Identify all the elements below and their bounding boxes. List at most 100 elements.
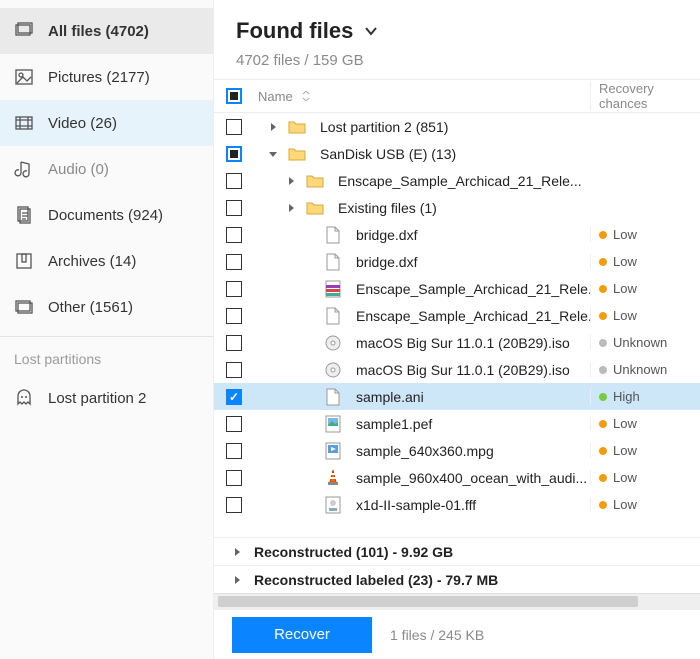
header: Found files 4702 files / 159 GB bbox=[214, 0, 700, 79]
expand-icon[interactable] bbox=[266, 120, 280, 134]
recovery-cell: Low bbox=[590, 497, 700, 512]
sidebar-item-all[interactable]: All files (4702) bbox=[0, 8, 213, 54]
header-checkbox[interactable] bbox=[226, 88, 242, 104]
recovery-cell: Low bbox=[590, 470, 700, 485]
recovery-cell: Unknown bbox=[590, 362, 700, 377]
summary-row[interactable]: Reconstructed (101) - 9.92 GB bbox=[214, 537, 700, 565]
status-dot bbox=[599, 312, 607, 320]
footer-status: 1 files / 245 KB bbox=[390, 627, 484, 643]
row-checkbox[interactable] bbox=[226, 443, 242, 459]
sidebar-item-archives[interactable]: Archives (14) bbox=[0, 238, 213, 284]
footer: Recover 1 files / 245 KB bbox=[214, 609, 700, 659]
row-name-cell: x1d-II-sample-01.fff bbox=[254, 495, 590, 515]
row-name-cell: macOS Big Sur 11.0.1 (20B29).iso bbox=[254, 333, 590, 353]
row-checkbox[interactable] bbox=[226, 335, 242, 351]
column-headers: Name Recovery chances bbox=[214, 79, 700, 113]
status-dot bbox=[599, 501, 607, 509]
folder-icon bbox=[306, 198, 324, 218]
file-name: macOS Big Sur 11.0.1 (20B29).iso bbox=[356, 362, 570, 378]
expand-icon[interactable] bbox=[284, 174, 298, 188]
row-checkbox[interactable] bbox=[226, 470, 242, 486]
sidebar-item-audio[interactable]: Audio (0) bbox=[0, 146, 213, 192]
row-checkbox[interactable] bbox=[226, 254, 242, 270]
row-checkbox[interactable] bbox=[226, 416, 242, 432]
file-row[interactable]: Lost partition 2 (851) bbox=[214, 113, 700, 140]
recover-button[interactable]: Recover bbox=[232, 617, 372, 653]
file-name: sample1.pef bbox=[356, 416, 432, 432]
file-row[interactable]: sample1.pefLow bbox=[214, 410, 700, 437]
horizontal-scrollbar[interactable] bbox=[214, 593, 700, 609]
other-icon bbox=[14, 297, 34, 317]
file-name: x1d-II-sample-01.fff bbox=[356, 497, 476, 513]
file-row[interactable]: macOS Big Sur 11.0.1 (20B29).iso Unknown bbox=[214, 329, 700, 356]
column-recovery[interactable]: Recovery chances bbox=[590, 81, 700, 111]
column-name[interactable]: Name bbox=[254, 89, 590, 104]
row-checkbox[interactable] bbox=[226, 389, 242, 405]
file-row[interactable]: SanDisk USB (E) (13) bbox=[214, 140, 700, 167]
expand-icon[interactable] bbox=[284, 201, 298, 215]
header-checkbox-cell[interactable] bbox=[214, 88, 254, 104]
file-name: Enscape_Sample_Archicad_21_Rele... bbox=[356, 308, 590, 324]
file-row[interactable]: Enscape_Sample_Archicad_21_Rele... bbox=[214, 167, 700, 194]
file-icon bbox=[324, 225, 342, 245]
summary-row[interactable]: Reconstructed labeled (23) - 79.7 MB bbox=[214, 565, 700, 593]
file-tree[interactable]: Lost partition 2 (851) SanDisk USB (E) (1… bbox=[214, 113, 700, 537]
recovery-cell: Low bbox=[590, 254, 700, 269]
scrollbar-thumb[interactable] bbox=[218, 596, 638, 607]
iso-icon bbox=[324, 360, 342, 380]
file-row[interactable]: Existing files (1) bbox=[214, 194, 700, 221]
file-row[interactable]: bridge.dxfLow bbox=[214, 248, 700, 275]
recovery-cell: Unknown bbox=[590, 335, 700, 350]
file-name: Lost partition 2 (851) bbox=[320, 119, 448, 135]
file-name: Enscape_Sample_Archicad_21_Rele... bbox=[338, 173, 582, 189]
file-row[interactable]: sample_640x360.mpgLow bbox=[214, 437, 700, 464]
file-name: macOS Big Sur 11.0.1 (20B29).iso bbox=[356, 335, 570, 351]
row-checkbox[interactable] bbox=[226, 281, 242, 297]
row-checkbox[interactable] bbox=[226, 308, 242, 324]
row-checkbox[interactable] bbox=[226, 146, 242, 162]
file-row[interactable]: Enscape_Sample_Archicad_21_Rele...Low bbox=[214, 302, 700, 329]
row-name-cell: SanDisk USB (E) (13) bbox=[254, 144, 590, 164]
sidebar-item-other[interactable]: Other (1561) bbox=[0, 284, 213, 330]
sidebar-item-documents[interactable]: Documents (924) bbox=[0, 192, 213, 238]
sidebar-item-lost-partition[interactable]: Lost partition 2 bbox=[0, 375, 213, 421]
file-row[interactable]: sample.aniHigh bbox=[214, 383, 700, 410]
sidebar-item-video[interactable]: Video (26) bbox=[0, 100, 213, 146]
row-checkbox[interactable] bbox=[226, 200, 242, 216]
recovery-cell: Low bbox=[590, 308, 700, 323]
row-checkbox[interactable] bbox=[226, 227, 242, 243]
sort-icon bbox=[301, 91, 311, 101]
image-icon bbox=[324, 414, 342, 434]
sidebar-item-label: Other (1561) bbox=[48, 299, 133, 316]
row-checkbox[interactable] bbox=[226, 119, 242, 135]
row-checkbox[interactable] bbox=[226, 173, 242, 189]
file-row[interactable]: x1d-II-sample-01.fff Low bbox=[214, 491, 700, 518]
summary-label: Reconstructed labeled (23) - 79.7 MB bbox=[254, 572, 498, 588]
row-checkbox[interactable] bbox=[226, 362, 242, 378]
row-name-cell: bridge.dxf bbox=[254, 225, 590, 245]
recovery-cell: Low bbox=[590, 227, 700, 242]
expand-icon[interactable] bbox=[230, 573, 244, 587]
sidebar-item-label: Archives (14) bbox=[48, 253, 136, 270]
sidebar-item-label: Video (26) bbox=[48, 115, 117, 132]
folder-icon bbox=[288, 144, 306, 164]
file-name: sample.ani bbox=[356, 389, 424, 405]
file-row[interactable]: bridge.dxfLow bbox=[214, 221, 700, 248]
pictures-icon bbox=[14, 67, 34, 87]
status-dot bbox=[599, 366, 607, 374]
row-checkbox[interactable] bbox=[226, 497, 242, 513]
iso-icon bbox=[324, 333, 342, 353]
dropdown-icon[interactable] bbox=[363, 23, 379, 39]
file-row[interactable]: macOS Big Sur 11.0.1 (20B29).iso Unknown bbox=[214, 356, 700, 383]
expand-icon[interactable] bbox=[230, 545, 244, 559]
sidebar-item-pictures[interactable]: Pictures (2177) bbox=[0, 54, 213, 100]
folder-icon bbox=[288, 117, 306, 137]
collapse-icon[interactable] bbox=[266, 147, 280, 161]
sidebar-item-label: Pictures (2177) bbox=[48, 69, 150, 86]
row-name-cell: Enscape_Sample_Archicad_21_Rele... bbox=[254, 171, 590, 191]
file-row[interactable]: sample_960x400_ocean_with_audi...Low bbox=[214, 464, 700, 491]
file-row[interactable]: Enscape_Sample_Archicad_21_Rele...Low bbox=[214, 275, 700, 302]
row-name-cell: Enscape_Sample_Archicad_21_Rele... bbox=[254, 306, 590, 326]
row-name-cell: sample.ani bbox=[254, 387, 590, 407]
file-icon bbox=[324, 387, 342, 407]
